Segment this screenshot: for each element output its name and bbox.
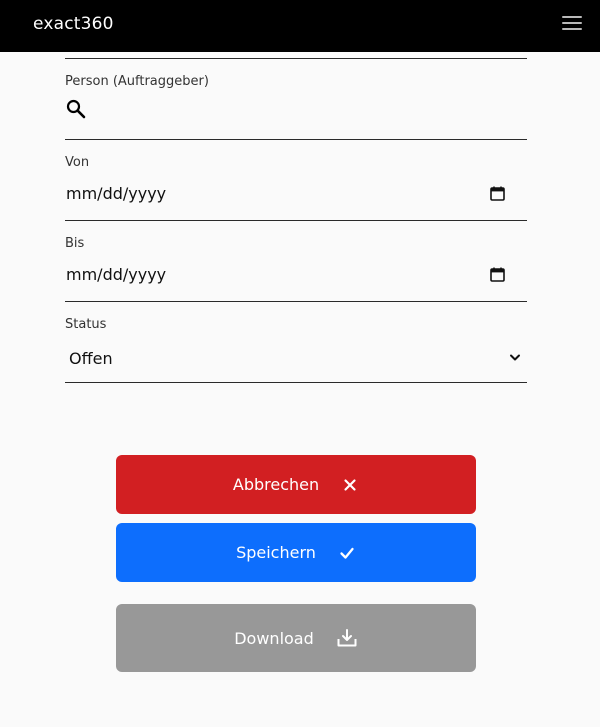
from-date-label: Von xyxy=(65,155,90,170)
chevron-down-icon[interactable] xyxy=(509,353,521,363)
save-button[interactable]: Speichern xyxy=(116,523,476,582)
check-icon xyxy=(340,547,354,559)
person-field-label: Person (Auftraggeber) xyxy=(65,74,209,89)
top-navbar: exact360 xyxy=(0,0,600,52)
calendar-icon[interactable] xyxy=(490,186,505,201)
from-date-underline xyxy=(65,220,527,221)
field-divider xyxy=(65,58,527,59)
status-label: Status xyxy=(65,317,107,332)
close-icon xyxy=(344,478,356,491)
status-select[interactable]: Offen xyxy=(69,349,113,368)
person-search-input[interactable] xyxy=(96,96,516,124)
to-date-underline xyxy=(65,301,527,302)
menu-bar-line xyxy=(562,16,582,18)
cancel-button[interactable]: Abbrechen xyxy=(116,455,476,514)
from-date-input[interactable]: mm/dd/yyyy xyxy=(66,184,166,203)
save-button-label: Speichern xyxy=(236,543,316,562)
hamburger-menu-icon[interactable] xyxy=(562,14,582,32)
menu-bar-line xyxy=(562,28,582,30)
brand-logo[interactable]: exact360 xyxy=(33,14,114,34)
search-icon xyxy=(66,99,86,119)
cancel-button-label: Abbrechen xyxy=(232,475,320,494)
to-date-label: Bis xyxy=(65,236,85,251)
download-button-label: Download xyxy=(234,628,314,648)
calendar-icon[interactable] xyxy=(490,267,505,282)
to-date-input[interactable]: mm/dd/yyyy xyxy=(66,265,166,284)
download-icon xyxy=(337,629,357,647)
menu-bar-line xyxy=(562,22,582,24)
download-button[interactable]: Download xyxy=(116,604,476,672)
status-underline xyxy=(65,382,527,383)
person-field-underline xyxy=(65,139,527,140)
